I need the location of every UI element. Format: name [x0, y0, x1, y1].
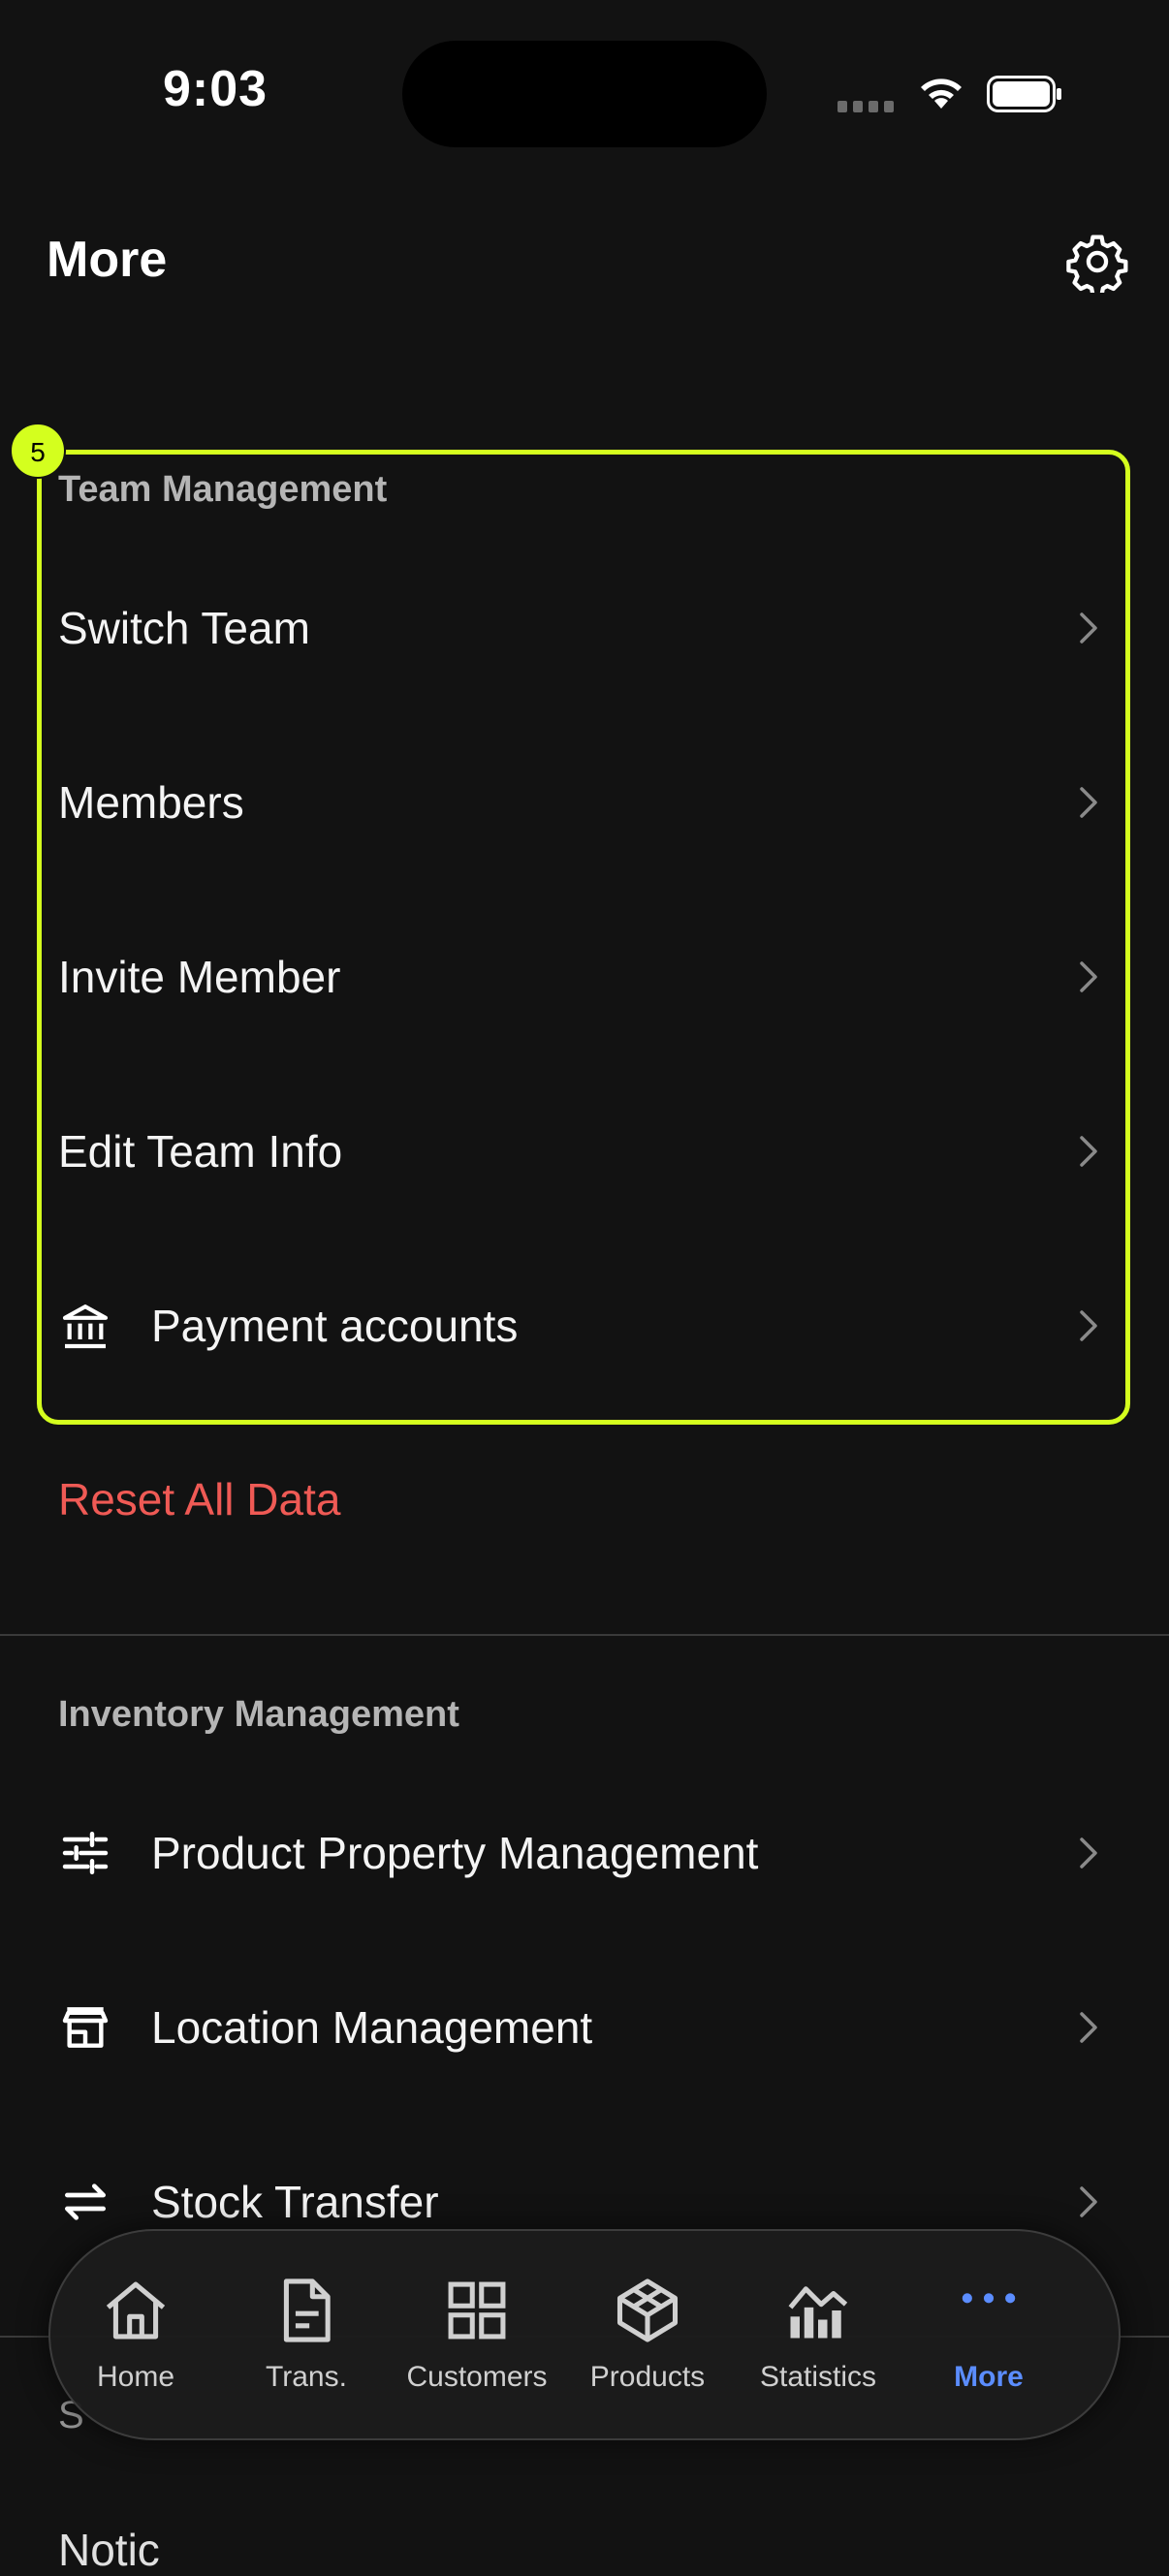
gear-icon [1066, 235, 1128, 293]
tab-more[interactable]: More [903, 2231, 1074, 2438]
document-icon [283, 2278, 331, 2342]
tab-label: Customers [406, 2361, 548, 2393]
tab-label: More [954, 2361, 1024, 2393]
transfer-icon [65, 2183, 106, 2220]
home-icon [106, 2281, 166, 2340]
wifi-icon [921, 79, 962, 109]
more-icon [962, 2293, 1016, 2304]
sliders-icon [62, 1831, 109, 1875]
menu-item-location-management[interactable]: Location Management [0, 1940, 1169, 2115]
menu-item-product-property-management[interactable]: Product Property Management [0, 1766, 1169, 1940]
grid-icon [448, 2281, 506, 2340]
tab-label: Home [96, 2361, 175, 2393]
chevron-right-icon [1080, 2186, 1097, 2217]
menu-item-partial[interactable]: Notic [58, 2524, 160, 2576]
tab-products[interactable]: Products [562, 2231, 733, 2438]
chevron-right-icon [1080, 2012, 1097, 2043]
tab-home[interactable]: Home [50, 2231, 221, 2438]
tab-statistics[interactable]: Statistics [733, 2231, 903, 2438]
signal-icon [837, 101, 896, 112]
section-title-inventory-management: Inventory Management [58, 1694, 459, 1735]
menu-item-label: Product Property Management [151, 1828, 759, 1878]
chevron-right-icon [1080, 1838, 1097, 1869]
store-icon [62, 2007, 109, 2048]
battery-icon [987, 76, 1061, 112]
dynamic-island [402, 41, 767, 147]
tab-label: Products [589, 2361, 706, 2393]
tab-customers[interactable]: Customers [392, 2231, 562, 2438]
tab-label: Trans. [266, 2361, 347, 2393]
menu-item-label: Location Management [151, 2002, 593, 2053]
menu-item-label: Stock Transfer [151, 2177, 439, 2227]
reset-all-data-button[interactable]: Reset All Data [58, 1473, 340, 1525]
status-time: 9:03 [163, 61, 269, 117]
tab-trans[interactable]: Trans. [221, 2231, 392, 2438]
highlight-box [37, 450, 1130, 1425]
settings-button[interactable] [1066, 231, 1128, 293]
cube-icon [616, 2278, 679, 2342]
page-title: More [47, 232, 168, 288]
bottom-tab-bar: Home Trans. Customers Products Statistic… [48, 2229, 1121, 2440]
section-divider [0, 1634, 1169, 1636]
chart-icon [788, 2286, 848, 2339]
annotation-badge: 5 [10, 423, 66, 479]
tab-label: Statistics [759, 2361, 877, 2393]
